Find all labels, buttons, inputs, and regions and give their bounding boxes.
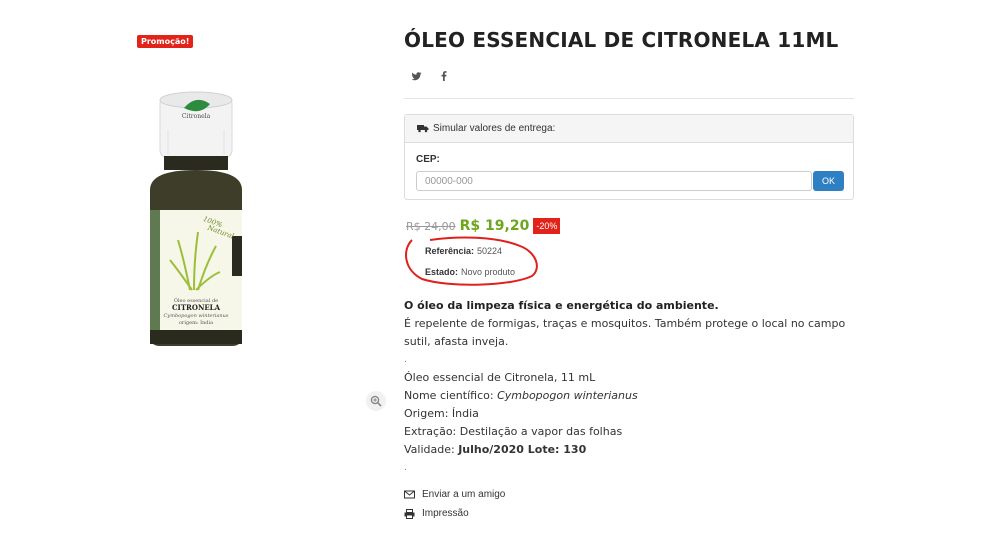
- product-description: O óleo da limpeza física e energética do…: [404, 297, 854, 477]
- origin-line: Origem: Índia: [404, 407, 479, 420]
- divider: [404, 98, 854, 99]
- send-to-friend-label: Enviar a um amigo: [422, 489, 506, 500]
- cap-brand-text: Citronela: [182, 113, 211, 120]
- reference-row: Referência: 50224: [415, 240, 537, 261]
- promo-badge: Promoção!: [137, 35, 194, 48]
- product-actions: Enviar a um amigo Impressão: [404, 485, 505, 523]
- reference-label: Referência:: [425, 245, 475, 256]
- description-dot: .: [404, 463, 407, 473]
- discount-badge: -20%: [533, 218, 561, 234]
- print-label: Impressão: [422, 508, 469, 519]
- extraction-line: Extração: Destilação a vapor das folhas: [404, 425, 623, 438]
- cep-label: CEP:: [416, 154, 440, 165]
- description-line: É repelente de formigas, traças e mosqui…: [404, 317, 846, 348]
- facebook-share-link[interactable]: [438, 70, 450, 82]
- ok-button[interactable]: OK: [813, 171, 844, 191]
- shipping-header: Simular valores de entrega:: [405, 115, 853, 143]
- label-sci-text: Cymbopogon winterianus: [164, 313, 229, 319]
- current-price: R$ 19,20: [459, 218, 530, 234]
- zoom-button[interactable]: [366, 391, 386, 411]
- product-title: ÓLEO ESSENCIAL DE CITRONELA 11ML: [404, 28, 839, 52]
- social-share: [410, 70, 450, 82]
- price-block: R$ 24,00 R$ 19,20 -20%: [406, 218, 561, 234]
- validity-label: Validade:: [404, 443, 459, 456]
- cep-input[interactable]: [416, 171, 812, 191]
- twitter-icon: [411, 71, 421, 80]
- condition-label: Estado:: [425, 266, 459, 277]
- product-image[interactable]: Citronela 100% Natural Óleo essencial de…: [72, 90, 322, 352]
- facebook-icon: [441, 71, 447, 81]
- condition-row: Estado: Novo produto: [415, 261, 537, 282]
- printer-icon: [404, 508, 415, 519]
- reference-value: 50224: [477, 245, 503, 256]
- send-to-friend-link[interactable]: Enviar a um amigo: [404, 485, 505, 504]
- old-price: R$ 24,00: [406, 219, 456, 233]
- twitter-share-link[interactable]: [410, 70, 422, 82]
- zoom-in-icon: [370, 395, 382, 407]
- label-origin-text: origem: Índia: [179, 319, 213, 326]
- shipping-header-label: Simular valores de entrega:: [433, 123, 556, 134]
- description-line: Óleo essencial de Citronela, 11 mL: [404, 371, 596, 384]
- description-headline: O óleo da limpeza física e energética do…: [404, 299, 719, 312]
- shipping-simulator: Simular valores de entrega: CEP: OK: [404, 114, 854, 200]
- condition-value: Novo produto: [461, 266, 516, 277]
- citronela-bottle-image: Citronela 100% Natural Óleo essencial de…: [150, 91, 242, 346]
- scientific-name-label: Nome científico:: [404, 389, 498, 402]
- envelope-icon: [404, 489, 415, 500]
- product-details: Referência: 50224 Estado: Novo produto: [415, 240, 537, 285]
- scientific-name-line: Nome científico: Cymbopogon winterianus: [404, 387, 854, 405]
- validity-value: Julho/2020 Lote: 130: [458, 443, 587, 456]
- scientific-name-value: Cymbopogon winterianus: [497, 389, 638, 402]
- validity-line: Validade: Julho/2020 Lote: 130: [404, 441, 854, 459]
- print-link[interactable]: Impressão: [404, 504, 505, 523]
- label-name-text: CITRONELA: [172, 303, 221, 312]
- description-dot: .: [404, 355, 407, 365]
- truck-icon: [417, 125, 429, 133]
